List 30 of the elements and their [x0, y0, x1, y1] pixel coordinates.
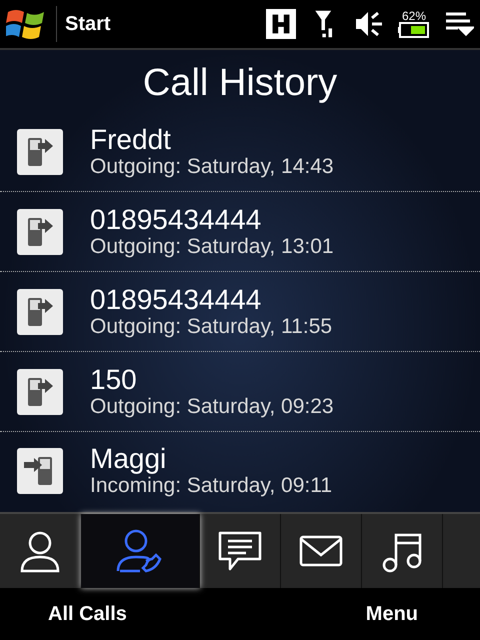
- caller-name: 150: [90, 364, 138, 394]
- call-detail: Outgoing: Saturday, 13:01: [90, 234, 334, 258]
- battery-percent: 62%: [402, 10, 426, 22]
- person-phone-icon: [116, 527, 164, 575]
- caller-name: 01895434444: [90, 204, 262, 234]
- incoming-call-icon: [16, 447, 64, 495]
- outgoing-call-icon: [16, 208, 64, 256]
- calls-tab[interactable]: [81, 514, 200, 588]
- call-item[interactable]: 150 Outgoing: Saturday, 09:23: [0, 352, 480, 432]
- outgoing-call-icon: [16, 368, 64, 416]
- soft-key-button[interactable]: All Calls: [48, 598, 127, 630]
- call-item[interactable]: Freddt Outgoing: Saturday, 14:43: [0, 112, 480, 192]
- call-detail: Outgoing: Saturday, 09:23: [90, 394, 334, 418]
- page-title: Call History: [142, 61, 338, 106]
- soft-key-button[interactable]: Menu: [366, 598, 418, 630]
- caller-name: Freddt: [90, 124, 172, 154]
- battery-icon[interactable]: [398, 22, 430, 38]
- start-label[interactable]: Start: [65, 12, 111, 36]
- call-detail: Outgoing: Saturday, 11:55: [90, 314, 332, 338]
- outgoing-call-icon: [16, 288, 64, 336]
- call-detail: Incoming: Saturday, 09:11: [90, 474, 332, 498]
- speaker-icon[interactable]: [354, 9, 384, 39]
- caller-name: 01895434444: [90, 284, 262, 314]
- hspa-icon[interactable]: [266, 9, 296, 39]
- caller-name: Maggi: [90, 444, 168, 474]
- outgoing-call-icon: [16, 128, 64, 176]
- call-detail: Outgoing: Saturday, 14:43: [90, 154, 334, 178]
- call-item[interactable]: 01895434444 Outgoing: Saturday, 11:55: [0, 272, 480, 352]
- call-item[interactable]: 01895434444 Outgoing: Saturday, 13:01: [0, 192, 480, 272]
- call-item[interactable]: Maggi Incoming: Saturday, 09:11: [0, 432, 480, 510]
